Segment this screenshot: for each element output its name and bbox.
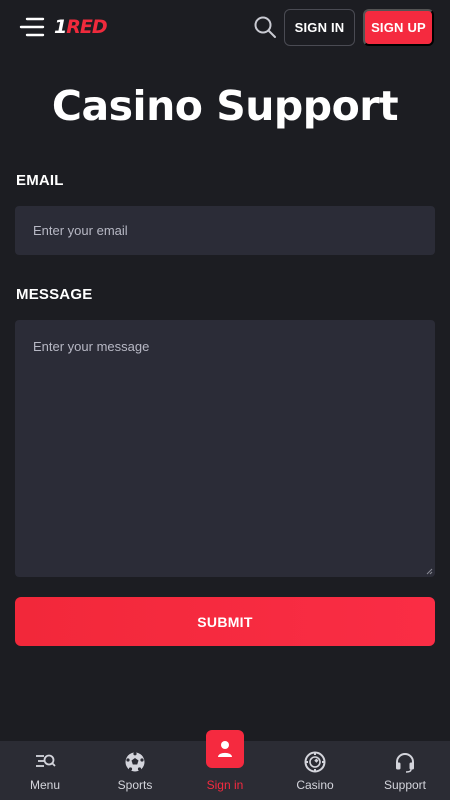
page-title: Casino Support [51, 82, 399, 130]
sign-in-badge[interactable] [206, 730, 244, 768]
bottom-navigation: Menu Sports Sign in Casino Support [0, 730, 450, 800]
nav-label-sports: Sports [117, 778, 153, 792]
submit-button[interactable]: SUBMIT [15, 597, 435, 646]
nav-label-sign-in: Sign in [206, 778, 244, 792]
message-field[interactable] [15, 320, 435, 577]
nav-item-sports[interactable]: Sports [90, 741, 180, 800]
brand-logo[interactable]: 1 RED [54, 15, 108, 39]
resize-grip-icon[interactable] [425, 567, 433, 575]
message-label: MESSAGE [16, 286, 93, 303]
email-label: EMAIL [16, 172, 64, 189]
nav-item-casino[interactable]: Casino [270, 741, 360, 800]
nav-label-menu: Menu [29, 778, 61, 792]
search-icon[interactable] [253, 15, 277, 39]
sign-in-button[interactable]: SIGN IN [284, 9, 355, 46]
nav-item-menu[interactable]: Menu [0, 741, 90, 800]
user-icon [218, 741, 232, 757]
nav-label-support: Support [383, 778, 427, 792]
headset-icon [396, 753, 414, 773]
menu-search-icon [36, 754, 56, 767]
nav-label-casino: Casino [296, 778, 334, 792]
top-header: 1 RED SIGN IN SIGN UP [0, 0, 450, 56]
sign-up-button[interactable]: SIGN UP [363, 9, 434, 46]
soccer-ball-icon [125, 752, 145, 772]
email-field[interactable] [15, 206, 435, 255]
nav-item-support[interactable]: Support [360, 741, 450, 800]
nav-item-sign-in[interactable]: Sign in [180, 730, 270, 800]
hamburger-menu-icon[interactable] [19, 16, 45, 38]
casino-chip-icon [304, 751, 326, 773]
